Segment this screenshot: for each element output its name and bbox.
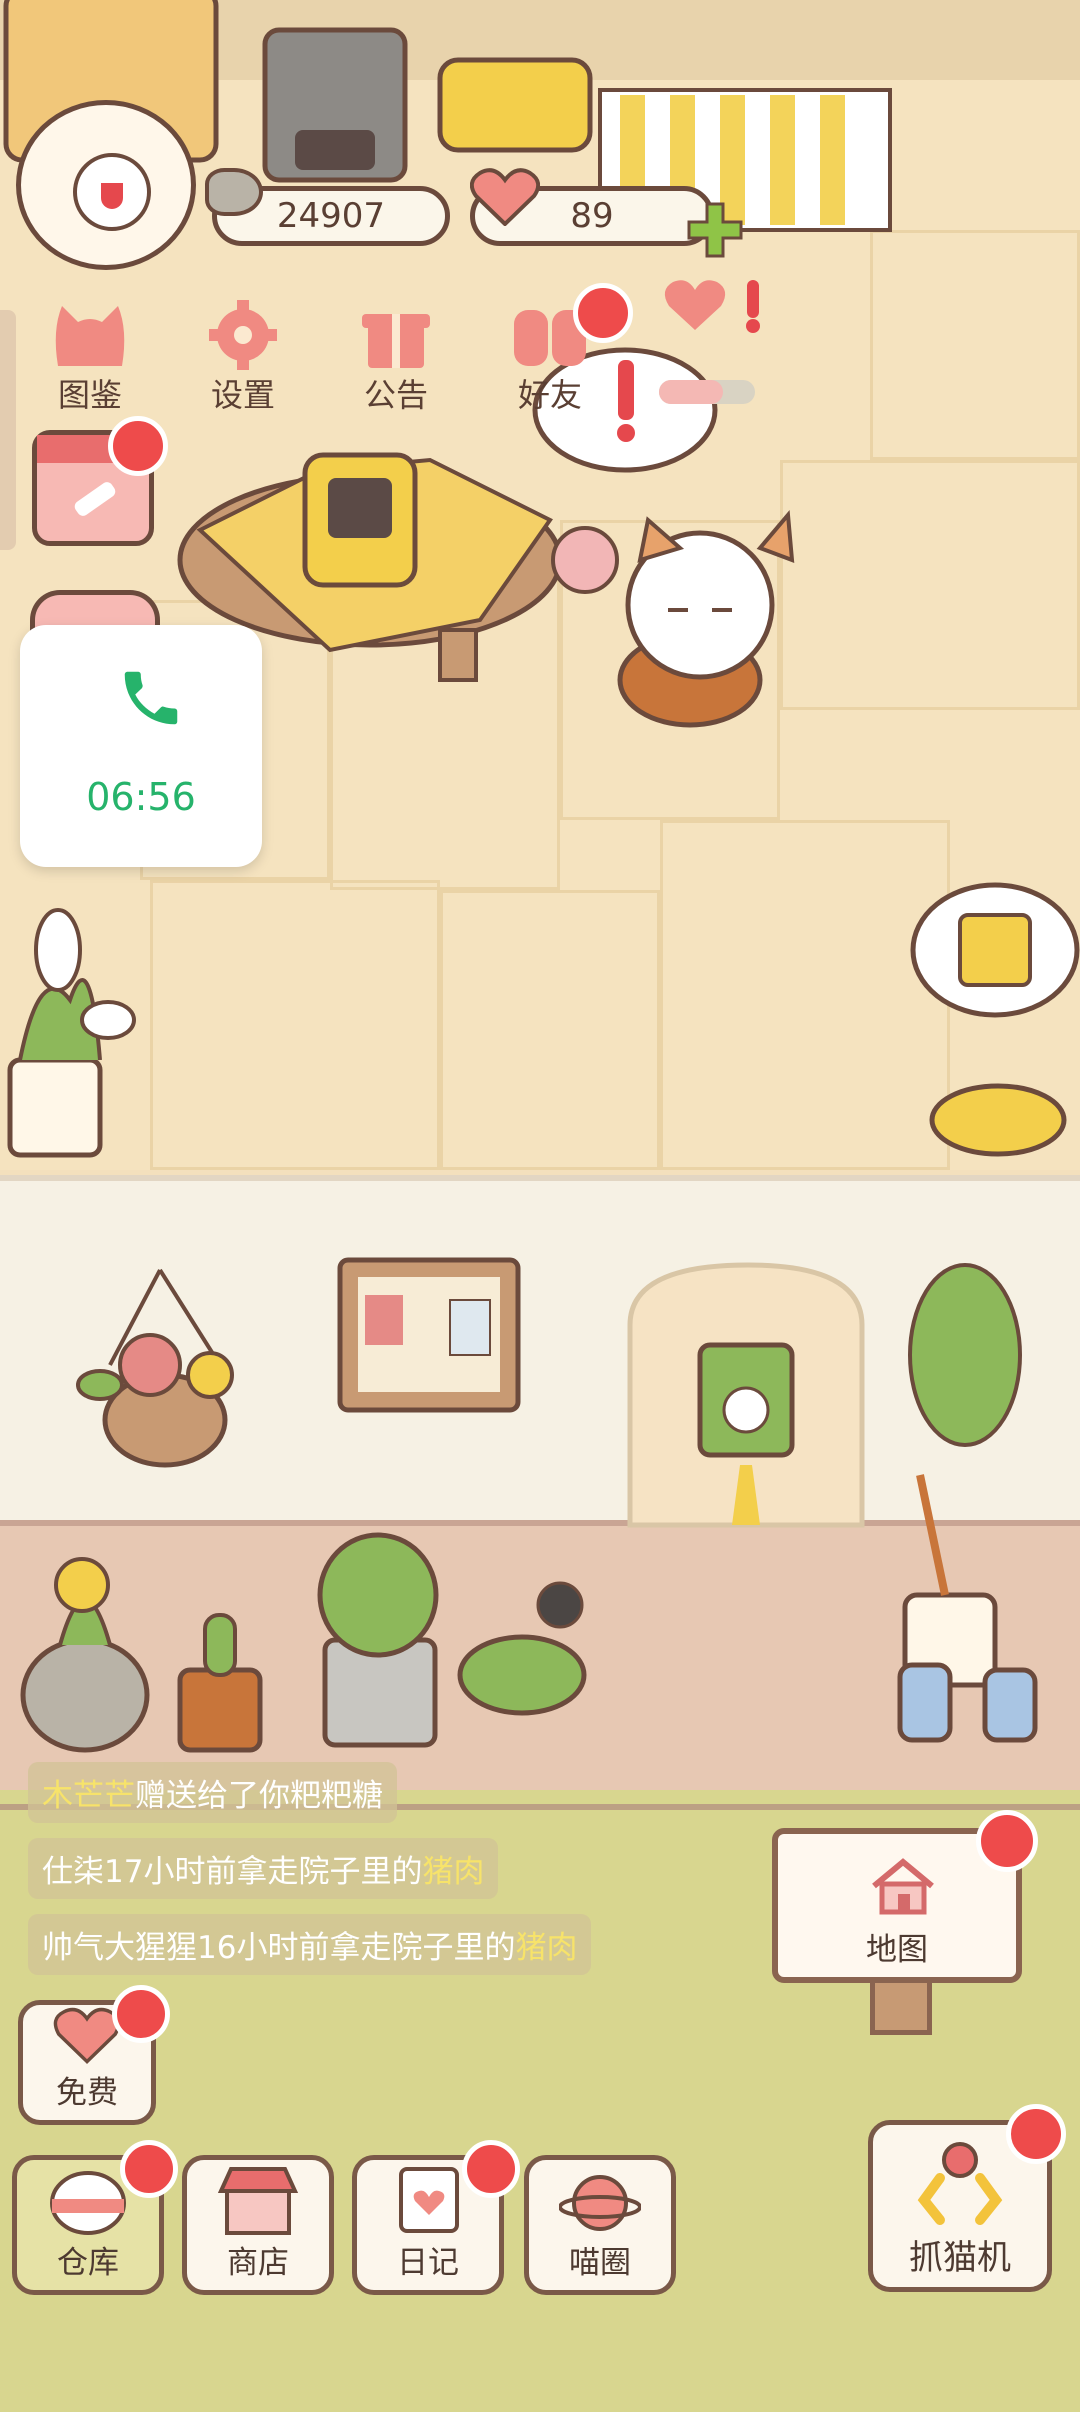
free-badge [112, 1985, 170, 2043]
feed-line-3-item: 猪肉 [515, 1930, 578, 1966]
gear-icon [209, 300, 277, 370]
fish-icon [205, 168, 263, 216]
nav-shop-button[interactable]: 商店 [182, 2155, 334, 2295]
player-avatar[interactable] [16, 100, 196, 270]
heart-count: 89 [570, 196, 614, 236]
menu-settings-button[interactable]: 设置 [183, 300, 303, 420]
fish-count: 24907 [276, 196, 386, 236]
nav-diary-label: 日记 [397, 2245, 459, 2281]
rice-ball-icon [50, 2171, 126, 2235]
gift-icon [362, 314, 430, 368]
feed-line-2: 仕柒17小时前拿走院子里的猪肉 [28, 1838, 499, 1899]
side-drawer-handle[interactable] [0, 310, 16, 550]
feed-line-2-text: 仕柒17小时前拿走院子里的 [42, 1854, 423, 1890]
menu-settings-label: 设置 [210, 376, 275, 414]
add-hearts-button[interactable] [685, 200, 745, 260]
cat-planet-icon [559, 2175, 641, 2231]
feed-line-1-text: 赠送给了你粑粑糖 [135, 1778, 383, 1814]
feed-line-1: 木芒芒赠送给了你粑粑糖 [28, 1762, 397, 1823]
menu-collection-button[interactable]: 图鉴 [30, 300, 150, 420]
feed-line-3: 帅气大猩猩16小时前拿走院子里的猪肉 [28, 1914, 592, 1975]
call-overlay[interactable]: 06:56 [20, 625, 262, 867]
nav-shop-label: 商店 [227, 2245, 289, 2281]
menu-collection-label: 图鉴 [57, 376, 122, 414]
phone-icon [124, 671, 178, 725]
feed-line-2-item: 猪肉 [422, 1854, 485, 1890]
menu-notice-button[interactable]: 公告 [336, 300, 456, 420]
claw-machine-label: 抓猫机 [909, 2238, 1011, 2278]
diary-badge [462, 2140, 520, 2198]
claw-badge [1006, 2104, 1066, 2164]
calendar-badge [108, 416, 168, 476]
avatar-mouth [101, 183, 123, 209]
cat-head-icon [55, 306, 125, 366]
map-label: 地图 [866, 1932, 928, 1968]
feed-line-1-name: 木芒芒 [42, 1778, 135, 1814]
wall-decor [20, 1257, 1038, 1753]
shop-icon [217, 2167, 299, 2235]
mood-indicator[interactable] [655, 270, 775, 410]
nav-cat-circle-label: 喵圈 [569, 2245, 631, 2281]
menu-friends-label: 好友 [517, 376, 582, 414]
claw-icon [917, 2142, 1003, 2225]
menu-notice-label: 公告 [363, 376, 428, 414]
map-badge [976, 1810, 1038, 1872]
diary-icon [399, 2167, 459, 2233]
feed-line-3-text: 帅气大猩猩16小时前拿走院子里的 [42, 1930, 516, 1966]
map-sign-post [870, 1975, 932, 2035]
call-duration: 06:56 [86, 775, 196, 819]
house-icon [872, 1858, 934, 1915]
nav-cat-circle-button[interactable]: 喵圈 [524, 2155, 676, 2295]
nav-warehouse-label: 仓库 [57, 2245, 119, 2281]
warehouse-badge [120, 2140, 178, 2198]
free-label: 免费 [56, 2075, 118, 2111]
heart-icon [470, 168, 540, 226]
friends-badge [573, 283, 633, 343]
